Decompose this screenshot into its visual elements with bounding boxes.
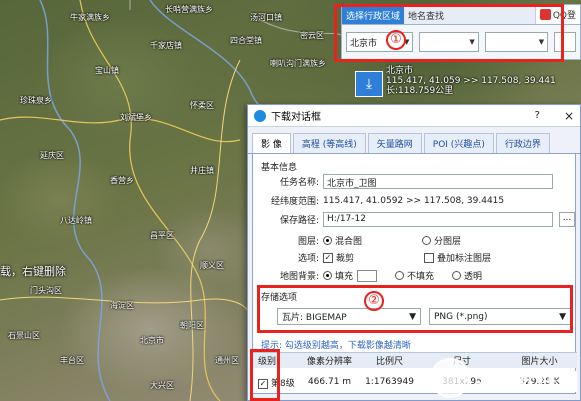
- crop-checkbox[interactable]: ✓ 裁剪: [323, 251, 354, 264]
- annotation-marker-1: ①: [386, 30, 406, 50]
- layer-row: 图层: 混合图 分图层: [261, 234, 479, 247]
- range-label: 经纬度范围:: [270, 197, 319, 207]
- layer-option-mixed[interactable]: 混合图: [323, 234, 362, 247]
- map-place-label: 八达岭镇: [60, 216, 92, 225]
- coord-line-2: 115.417, 41.059 >> 117.508, 39.441: [386, 76, 556, 86]
- annotation-box-2: [257, 285, 573, 333]
- coordinate-readout: 北京市 115.417, 41.059 >> 117.508, 39.441 长…: [386, 66, 556, 96]
- radio-icon: [422, 236, 432, 245]
- save-path-input[interactable]: H:/17-12: [323, 212, 553, 227]
- bg-option-nofill[interactable]: 不填充: [395, 269, 434, 282]
- watermark-logo-icon: [430, 358, 470, 398]
- app-icon: [254, 109, 266, 122]
- background-row: 地图背景: 填充 不填充 透明: [261, 269, 500, 282]
- layer-option-mixed-label: 混合图: [335, 237, 363, 247]
- layer-option-split-label: 分图层: [434, 237, 462, 247]
- map-place-label: 香营乡: [110, 176, 134, 185]
- annotation-marker-2: ②: [364, 291, 384, 311]
- watermark-text: 当下软件园: [474, 367, 579, 392]
- save-path-row: 保存路径: H:/17-12 ...: [261, 212, 575, 227]
- range-value: 115.417, 41.0592 >> 117.508, 39.4415: [323, 195, 505, 206]
- options-row: 选项: ✓ 裁剪 叠加标注图层: [261, 251, 509, 264]
- map-place-label: 海淀区: [110, 301, 134, 310]
- overlay-checkbox[interactable]: 叠加标注图层: [424, 251, 491, 264]
- map-place-label: 丰台区: [60, 356, 84, 365]
- map-place-label: 怀柔区: [190, 101, 214, 110]
- map-place-label: 四合堂镇: [230, 36, 262, 45]
- coord-line-3: 长:118.759公里: [386, 86, 454, 96]
- browse-button[interactable]: ...: [559, 212, 575, 227]
- annotation-box-1: [334, 4, 564, 62]
- tab-imagery[interactable]: 影 像: [252, 133, 291, 153]
- bg-option-transparent-label: 透明: [464, 272, 483, 282]
- map-place-label: 通州区: [215, 356, 239, 365]
- download-hint: 提示: 勾选级别越高，下载影像越清晰: [261, 341, 411, 351]
- radio-icon: [452, 271, 462, 280]
- bg-option-transparent[interactable]: 透明: [452, 269, 482, 282]
- checkbox-icon: [424, 252, 435, 263]
- map-place-label: 宝山镇: [95, 66, 119, 75]
- save-path-label: 保存路径:: [279, 216, 319, 226]
- map-place-label: 千家店镇: [150, 41, 182, 50]
- dialog-titlebar: 下载对话框 ? ×: [248, 105, 580, 127]
- map-place-label: 密云区: [300, 31, 324, 40]
- map-place-label: 汤河口镇: [250, 13, 282, 22]
- task-name-input[interactable]: 北京市_卫图: [323, 174, 553, 189]
- tab-poi[interactable]: POI (兴趣点): [423, 133, 494, 153]
- bg-option-fill-label: 填充: [335, 272, 354, 282]
- map-place-label: 长哨营满族乡: [165, 5, 213, 14]
- task-name-label: 任务名称:: [279, 178, 319, 188]
- map-place-label: 北京市: [140, 336, 164, 345]
- checkmark-icon: ✓: [323, 252, 333, 263]
- dialog-tabs: 影 像 高程 (等高线) 矢量路网 POI (兴趣点) 行政边界: [248, 127, 580, 154]
- map-place-label: 门头沟区: [30, 286, 62, 295]
- scale-cell: 1:1763949: [365, 377, 414, 387]
- watermark: 当下软件园: [430, 355, 580, 401]
- background-label: 地图背景:: [279, 272, 319, 282]
- help-button[interactable]: ?: [535, 110, 540, 121]
- annotation-box-3: [250, 349, 280, 401]
- map-place-label: 喇叭沟门满族乡: [270, 59, 326, 68]
- layer-label: 图层:: [297, 237, 319, 247]
- close-button[interactable]: ×: [564, 109, 574, 123]
- col-resolution: 像素分辨率: [306, 357, 352, 367]
- fill-color-swatch[interactable]: [357, 269, 378, 282]
- tab-elevation[interactable]: 高程 (等高线): [292, 133, 366, 153]
- crop-label: 裁剪: [336, 254, 355, 264]
- radio-icon: [395, 271, 405, 280]
- bg-option-nofill-label: 不填充: [407, 272, 435, 282]
- tab-vector-roads[interactable]: 矢量路网: [367, 133, 422, 153]
- map-place-label: 昌平区: [150, 231, 174, 240]
- map-place-label: 大兴区: [150, 381, 174, 390]
- map-hint: 载，右键删除: [0, 265, 66, 278]
- bg-option-fill[interactable]: 填充: [323, 269, 378, 282]
- map-place-label: 牛家满族乡: [70, 13, 110, 22]
- resolution-cell: 466.71 m: [307, 377, 352, 387]
- map-place-label: 石景山区: [8, 331, 40, 340]
- map-place-label: 顺义区: [200, 261, 224, 270]
- download-icon: ⤓: [365, 76, 373, 92]
- map-place-label: 延庆区: [40, 151, 64, 160]
- map-place-label: 刘斌堡乡: [120, 113, 152, 122]
- radio-icon: [323, 236, 332, 245]
- dialog-title: 下载对话框: [271, 112, 321, 123]
- download-side-button[interactable]: ⤓: [355, 71, 383, 97]
- tab-admin-boundary[interactable]: 行政边界: [495, 133, 550, 153]
- map-place-label: 珍珠泉乡: [20, 96, 52, 105]
- map-place-label: 井庄镇: [190, 166, 214, 175]
- range-row: 经纬度范围: 115.417, 41.0592 >> 117.508, 39.4…: [261, 194, 505, 208]
- task-name-row: 任务名称: 北京市_卫图: [261, 174, 553, 189]
- map-place-label: 朝阳区: [180, 321, 204, 330]
- basic-info-title: 基本信息: [261, 163, 298, 173]
- col-scale: 比例尺: [375, 357, 403, 367]
- overlay-label: 叠加标注图层: [437, 254, 492, 264]
- options-label: 选项:: [297, 254, 319, 264]
- layer-option-split[interactable]: 分图层: [422, 234, 461, 247]
- coord-line-1: 北京市: [386, 66, 414, 76]
- radio-icon: [323, 271, 332, 280]
